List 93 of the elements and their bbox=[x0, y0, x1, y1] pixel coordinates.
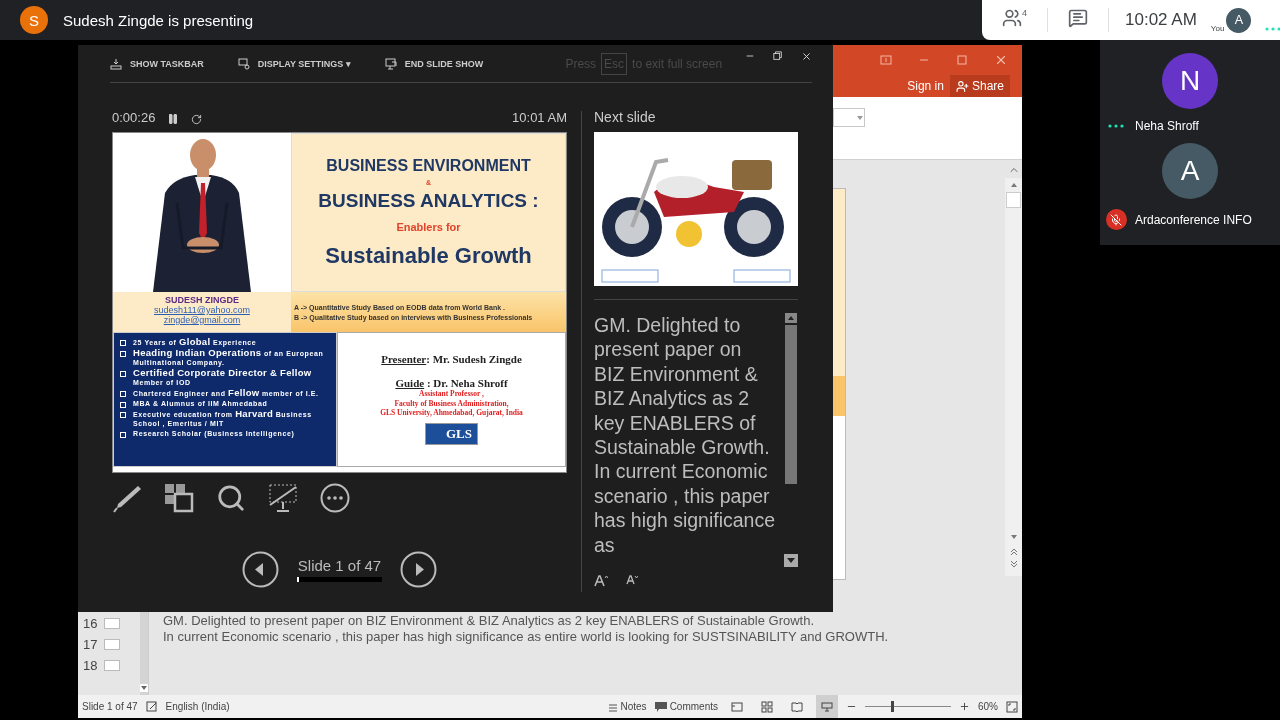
scroll-up-icon[interactable] bbox=[1009, 182, 1018, 188]
next-slide-icon[interactable] bbox=[1009, 560, 1018, 568]
notes-text: In current Economic scenario , this paper has high significance as entire world is looking for SUSTSINABILITY and GROWTH. bbox=[163, 629, 890, 645]
participant-name: Neha Shroff bbox=[1135, 119, 1199, 133]
notes-icon bbox=[607, 701, 618, 712]
screen-off-icon[interactable] bbox=[268, 483, 298, 513]
comments-button[interactable]: Comments bbox=[654, 701, 718, 712]
fit-slide-icon[interactable] bbox=[1006, 700, 1018, 713]
proofing-icon[interactable] bbox=[145, 700, 158, 713]
bullet-icon bbox=[120, 402, 126, 408]
presenter-name: : Mr. Sudesh Zingde bbox=[426, 353, 522, 365]
chat-icon[interactable] bbox=[1068, 8, 1088, 28]
language-label[interactable]: English (India) bbox=[165, 701, 230, 712]
notes-button[interactable]: Notes bbox=[607, 701, 647, 712]
zoom-level[interactable]: 60% bbox=[978, 701, 998, 712]
participant-avatar: A bbox=[1162, 143, 1218, 199]
next-slide-icon[interactable] bbox=[400, 551, 437, 588]
slide-subtitle: Enablers for bbox=[396, 220, 461, 233]
share-button[interactable]: Share bbox=[949, 75, 1010, 97]
email-link[interactable]: sudesh111@yahoo.com bbox=[154, 305, 250, 315]
next-slide-label: Next slide bbox=[594, 109, 657, 127]
close-icon[interactable] bbox=[801, 51, 812, 62]
scroll-down-icon[interactable] bbox=[140, 684, 148, 692]
scroll-down-icon[interactable] bbox=[1009, 534, 1018, 540]
projector-icon bbox=[821, 700, 833, 713]
restart-icon[interactable] bbox=[191, 114, 203, 125]
sign-in-link[interactable]: Sign in bbox=[907, 79, 944, 93]
bullet-icon bbox=[120, 432, 126, 438]
scrollbar[interactable] bbox=[1005, 178, 1022, 576]
slide-indicator: Slide 1 of 47 bbox=[82, 701, 138, 712]
you-label: You bbox=[1210, 23, 1225, 33]
bullet-icon bbox=[120, 371, 126, 377]
slide-title: BUSINESS ANALYTICS : bbox=[318, 189, 539, 212]
clock: 10:01 AM bbox=[512, 110, 567, 125]
font-smaller-icon[interactable] bbox=[626, 575, 638, 585]
slideshow-end-icon bbox=[384, 57, 397, 70]
toolbar-button[interactable]: SHOW TASKBAR bbox=[110, 57, 204, 70]
mic-off-icon bbox=[1105, 209, 1127, 230]
font-larger-icon[interactable] bbox=[594, 575, 608, 587]
previous-slide-icon[interactable] bbox=[242, 551, 279, 588]
normal-view-icon bbox=[731, 700, 743, 713]
participant-name: Ardaconference INFO bbox=[1135, 212, 1252, 227]
participant-count: 4 bbox=[1022, 8, 1027, 18]
zoom-in-icon[interactable] bbox=[959, 701, 970, 712]
scroll-down-icon[interactable] bbox=[784, 554, 798, 567]
person-plus-icon bbox=[955, 79, 969, 93]
speaking-icon bbox=[1108, 124, 1124, 128]
guide-label: Guide bbox=[395, 377, 425, 389]
bullet-icon bbox=[120, 412, 126, 418]
email-link[interactable]: zingde@gmail.com bbox=[163, 315, 241, 325]
toolbar-button[interactable]: END SLIDE SHOW bbox=[384, 57, 484, 70]
pen-icon[interactable] bbox=[112, 483, 142, 513]
guide-name: : Dr. Neha Shroff bbox=[425, 377, 508, 389]
notes-text: GM. Delighted to present paper on BIZ Environment & BIZ Analytics as 2 key ENABLERS of Sustainable Growth. bbox=[163, 613, 816, 629]
scroll-thumb[interactable] bbox=[1006, 192, 1021, 208]
people-icon[interactable] bbox=[1002, 8, 1022, 28]
slide-title: BUSINESS ENVIRONMENT bbox=[326, 156, 531, 175]
bullet-icon bbox=[120, 391, 126, 397]
restore-icon[interactable] bbox=[773, 51, 783, 61]
slides-grid-icon[interactable] bbox=[164, 483, 194, 513]
more-options-icon[interactable] bbox=[320, 483, 350, 513]
slide-counter: Slide 1 of 47 bbox=[297, 557, 382, 574]
speaker-notes: GM. Delighted to present paper on BIZ Environment & BIZ Analytics as 2 key ENABLERS of Sustainable Growth. In current Economic scenario , this paper has high significance as bbox=[594, 313, 776, 558]
previous-slide-icon[interactable] bbox=[1009, 548, 1018, 556]
slide-thumbnail[interactable] bbox=[104, 618, 121, 629]
toolbar-button[interactable]: DISPLAY SETTINGS ▾ bbox=[237, 57, 351, 70]
presenter-avatar: S bbox=[20, 6, 48, 34]
participant-avatar: N bbox=[1162, 53, 1218, 109]
scroll-up-icon[interactable] bbox=[785, 313, 797, 323]
university-logo: GLS bbox=[425, 422, 478, 445]
caret-icon bbox=[856, 114, 864, 121]
bullet-icon bbox=[120, 351, 126, 357]
slide-number: 17 bbox=[83, 637, 98, 652]
author-name: SUDESH ZINGDE bbox=[165, 295, 239, 305]
slide-thumbnail[interactable] bbox=[104, 639, 121, 650]
search-icon[interactable] bbox=[216, 483, 246, 513]
slide-number: 18 bbox=[83, 658, 98, 673]
slide-title: Sustainable Growth bbox=[325, 242, 532, 269]
bullet-icon bbox=[120, 340, 126, 346]
presenting-status-text: Sudesh Zingde is presenting bbox=[63, 11, 254, 29]
taskbar-icon bbox=[110, 57, 122, 70]
slide-number: 16 bbox=[83, 616, 98, 631]
notes-scrollbar[interactable] bbox=[784, 313, 798, 567]
grid-view-icon bbox=[761, 700, 773, 713]
display-settings-icon bbox=[237, 57, 250, 70]
book-icon bbox=[791, 700, 803, 713]
comment-icon bbox=[654, 701, 667, 712]
meeting-time: 10:02 AM bbox=[1125, 10, 1197, 30]
pause-icon[interactable] bbox=[167, 113, 180, 125]
speaking-icon bbox=[1265, 26, 1280, 31]
self-avatar: A bbox=[1226, 7, 1252, 33]
elapsed-timer: 0:00:26 bbox=[112, 110, 156, 125]
slide-thumbnail[interactable] bbox=[104, 660, 121, 671]
